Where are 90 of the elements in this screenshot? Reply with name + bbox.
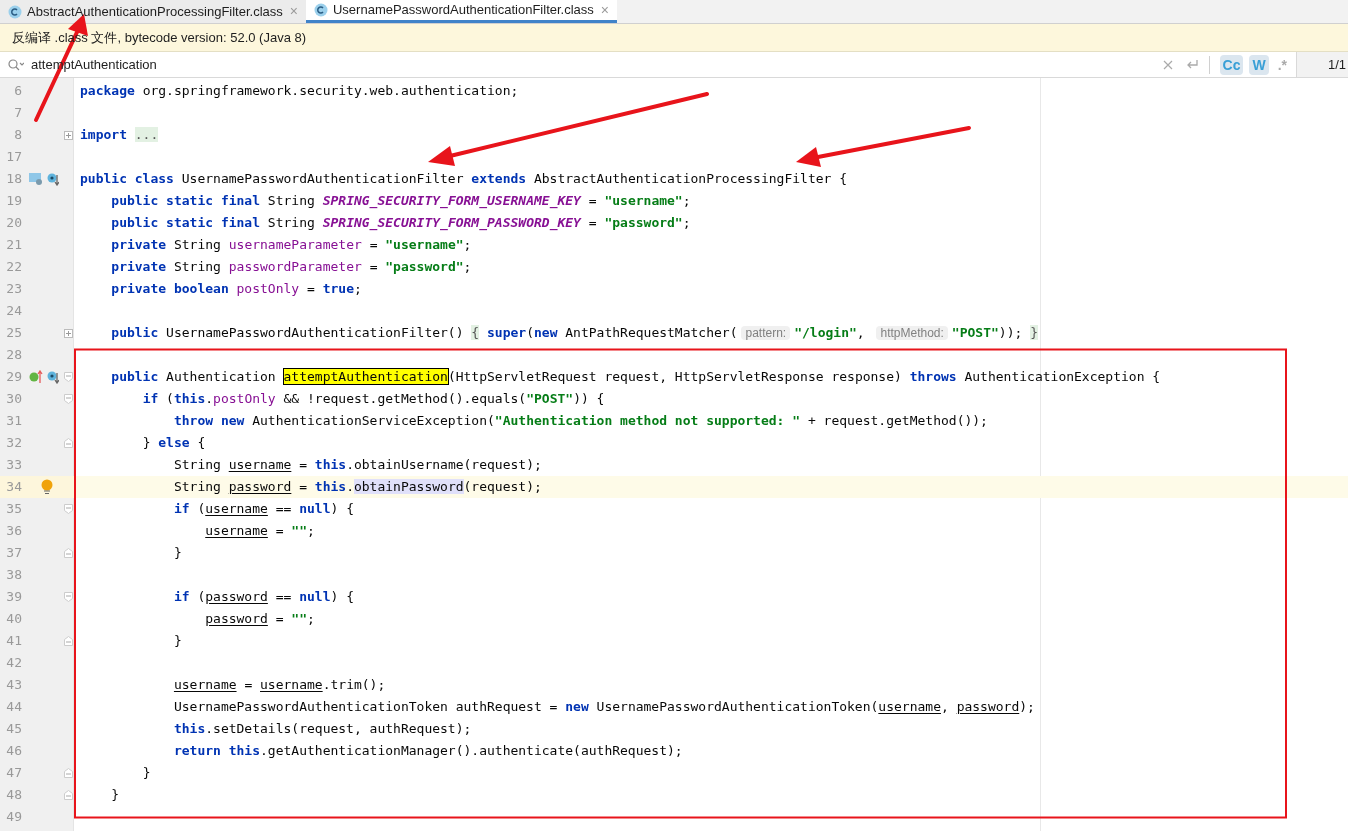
line-number: 46: [5, 742, 22, 761]
code-line: String username = this.obtainUsername(request);: [172, 456, 542, 474]
line-number: 39: [5, 588, 22, 607]
line-number: 44: [5, 698, 22, 717]
collapse-icon[interactable]: [64, 504, 73, 514]
search-option-toggle[interactable]: W: [1249, 54, 1269, 75]
overridden-icon[interactable]: [47, 370, 59, 384]
code-line: }: [172, 544, 182, 562]
line-number: 8: [13, 126, 22, 145]
editor-tab[interactable]: UsernamePasswordAuthenticationFilter.class ×: [306, 0, 617, 23]
collapse-icon[interactable]: [64, 372, 73, 382]
line-number: 34: [5, 478, 22, 497]
class-icon: [8, 4, 22, 19]
line-number: 42: [5, 654, 22, 673]
code-line: password = "";: [204, 610, 315, 628]
code-line: }: [172, 632, 182, 650]
line-number: 18: [5, 170, 22, 189]
line-number: 19: [5, 192, 22, 211]
collapse-icon[interactable]: [64, 636, 73, 646]
expand-icon[interactable]: [64, 130, 73, 140]
line-number: 21: [5, 236, 22, 255]
code-line: username = username.trim();: [172, 676, 386, 694]
code-line: this.setDetails(request, authRequest);: [172, 720, 472, 738]
close-tab-button[interactable]: ×: [289, 1, 298, 22]
line-number: 38: [5, 566, 22, 585]
search-option-toggle[interactable]: Cc: [1219, 54, 1244, 75]
collapse-icon[interactable]: [64, 438, 73, 448]
code-line: public UsernamePasswordAuthenticationFilter() { super(new AntPathRequestMatcher( pattern: "/login", httpMethod: "POST")); }: [110, 324, 1038, 342]
line-number: 40: [5, 610, 22, 629]
code-line: private String passwordParameter = "password";: [110, 258, 472, 276]
line-number: 17: [5, 148, 22, 167]
line-number: 28: [5, 346, 22, 365]
line-number: 47: [5, 764, 22, 783]
code-line: username = "";: [204, 522, 315, 540]
class-icon: [314, 3, 328, 17]
line-number: 22: [5, 258, 22, 277]
line-number: 23: [5, 280, 22, 299]
line-number: 35: [5, 500, 22, 519]
editor-tab[interactable]: AbstractAuthenticationProcessingFilter.class ×: [0, 0, 306, 23]
line-number: 45: [5, 720, 22, 739]
line-number: 49: [5, 808, 22, 827]
code-line: public static final String SPRING_SECURITY_FORM_PASSWORD_KEY = "password";: [110, 214, 691, 232]
collapse-icon[interactable]: [64, 768, 73, 778]
code-line: if (username == null) {: [172, 500, 354, 518]
code-line: String password = this.obtainPassword(request);: [172, 478, 542, 496]
collapse-icon[interactable]: [64, 790, 73, 800]
search-icon: [8, 58, 24, 71]
close-tab-button[interactable]: ×: [600, 0, 609, 21]
match-count: 1/1: [1296, 52, 1348, 77]
line-number: 30: [5, 390, 22, 409]
code-line: public static final String SPRING_SECURITY_FORM_USERNAME_KEY = "username";: [110, 192, 691, 210]
code-line: UsernamePasswordAuthenticationToken authRequest = new UsernamePasswordAuthenticationToken(username, password);: [172, 698, 1035, 716]
expand-icon[interactable]: [64, 328, 73, 338]
code-line: return this.getAuthenticationManager().authenticate(authRequest);: [172, 742, 683, 760]
code-line: public class UsernamePasswordAuthenticationFilter extends AbstractAuthenticationProcessingFilter {: [79, 170, 848, 188]
line-number: 20: [5, 214, 22, 233]
code-line: throw new AuthenticationServiceException("Authentication method not supported: " + request.getMethod());: [172, 412, 988, 430]
line-number: 43: [5, 676, 22, 695]
code-line: if (this.postOnly && !request.getMethod().equals("POST")) {: [141, 390, 605, 408]
line-number: 24: [5, 302, 22, 321]
code-line: import ...: [79, 126, 159, 144]
code-line: } else {: [141, 434, 206, 452]
code-line: private String usernameParameter = "username";: [110, 236, 472, 254]
line-number: 41: [5, 632, 22, 651]
line-number: 25: [5, 324, 22, 343]
collapse-icon[interactable]: [64, 394, 73, 404]
code-line: public Authentication attemptAuthentication(HttpServletRequest request, HttpServletResponse response) throws AuthenticationException {: [110, 368, 1161, 386]
lightbulb-icon[interactable]: [41, 479, 53, 495]
search-option-toggle[interactable]: .*: [1274, 54, 1290, 75]
tab-label: AbstractAuthenticationProcessingFilter.class: [27, 2, 283, 21]
line-number: 33: [5, 456, 22, 475]
line-number: 7: [13, 104, 22, 123]
line-number: 32: [5, 434, 22, 453]
collapse-icon[interactable]: [64, 592, 73, 602]
code-line: private boolean postOnly = true;: [110, 280, 362, 298]
code-line: }: [141, 764, 151, 782]
line-number: 48: [5, 786, 22, 805]
implements-icon[interactable]: [29, 370, 43, 384]
code-line: if (password == null) {: [172, 588, 354, 606]
code-line: }: [110, 786, 120, 804]
line-number: 31: [5, 412, 22, 431]
line-number: 29: [5, 368, 22, 387]
tab-label: UsernamePasswordAuthenticationFilter.class: [333, 1, 594, 20]
line-number: 37: [5, 544, 22, 563]
overridden-icon[interactable]: [47, 172, 59, 186]
collapse-icon[interactable]: [64, 548, 73, 558]
line-number: 36: [5, 522, 22, 541]
code-line: package org.springframework.security.web.authentication;: [79, 82, 519, 100]
clear-icon[interactable]: [1162, 59, 1173, 70]
line-number: 6: [13, 82, 22, 101]
